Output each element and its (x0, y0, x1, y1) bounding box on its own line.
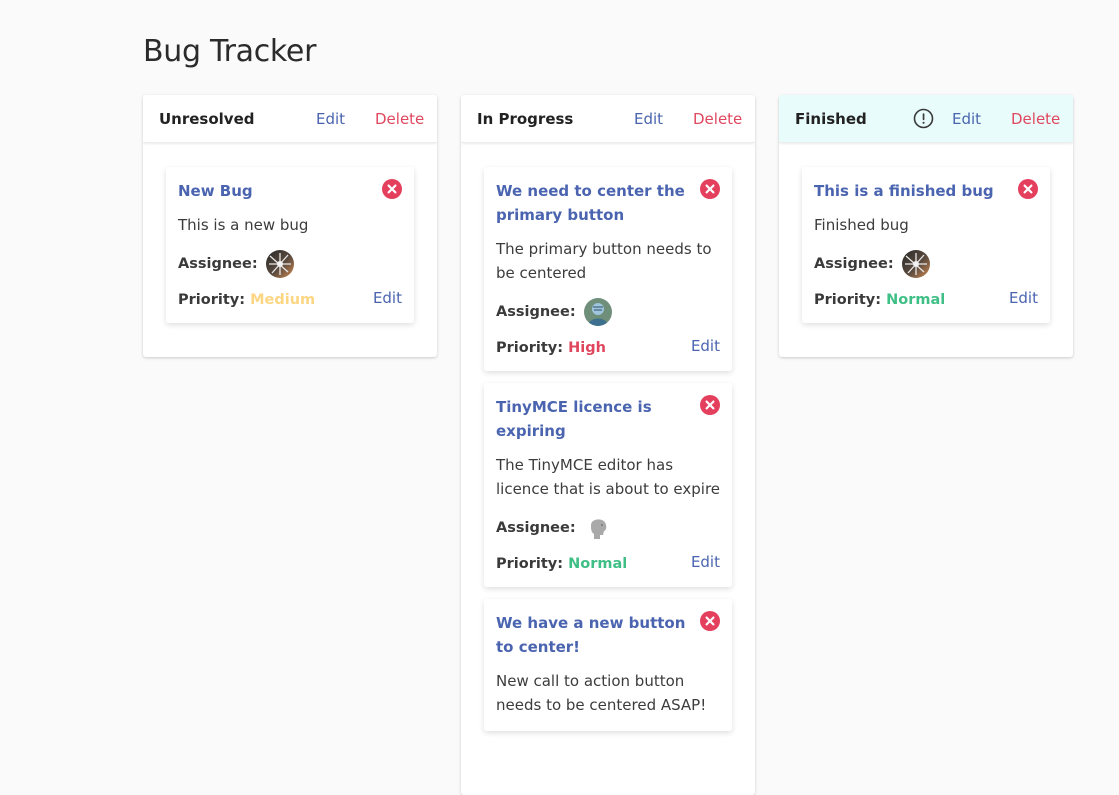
priority-value: Normal (568, 555, 628, 572)
assignee-label: Assignee: (496, 520, 576, 536)
bug-title-link[interactable]: We need to center the primary button (496, 179, 720, 227)
bug-card: TinyMCE licence is expiring The TinyMCE … (484, 383, 732, 587)
priority-label: Priority: (178, 291, 246, 308)
priority-row: Priority: Normal Edit (496, 551, 720, 573)
column-delete-button[interactable]: Delete (1011, 110, 1060, 128)
assignee-label: Assignee: (814, 256, 894, 272)
avatar (584, 514, 612, 542)
close-icon[interactable] (700, 395, 720, 415)
assignee-label: Assignee: (178, 256, 258, 272)
bug-title-link[interactable]: TinyMCE licence is expiring (496, 395, 720, 443)
bug-description: Finished bug (814, 216, 909, 234)
assignee-row: Assignee: (496, 513, 720, 543)
column-finished: Finished Edit Delete This is a finished … (779, 95, 1073, 357)
close-icon[interactable] (700, 179, 720, 199)
assignee-row: Assignee: (496, 297, 720, 327)
bug-card: We need to center the primary button The… (484, 167, 732, 371)
priority-label: Priority: (814, 291, 882, 308)
bug-description: New call to action button needs to be ce… (496, 672, 707, 714)
close-icon[interactable] (1018, 179, 1038, 199)
bug-description: This is a new bug (178, 216, 309, 234)
column-in-progress: In Progress Edit Delete We need to cente… (461, 95, 755, 795)
alert-circle-icon[interactable] (913, 108, 934, 129)
card-edit-button[interactable]: Edit (691, 553, 720, 571)
column-title: Unresolved (159, 110, 255, 128)
avatar (584, 298, 612, 326)
bug-card: We have a new button to center! New call… (484, 599, 732, 731)
column-title: In Progress (477, 110, 574, 128)
column-body: We need to center the primary button The… (461, 143, 755, 765)
column-body: New Bug This is a new bug Assignee: Prio… (143, 143, 437, 357)
card-edit-button[interactable]: Edit (691, 337, 720, 355)
avatar (902, 250, 930, 278)
column-delete-button[interactable]: Delete (693, 110, 742, 128)
column-header: In Progress Edit Delete (461, 95, 755, 143)
bug-description: The TinyMCE editor has licence that is a… (496, 456, 721, 498)
bug-title-link[interactable]: We have a new button to center! (496, 611, 720, 659)
column-title: Finished (795, 110, 867, 128)
close-icon[interactable] (700, 611, 720, 631)
bug-title-link[interactable]: This is a finished bug (814, 179, 1038, 203)
bug-title-link[interactable]: New Bug (178, 179, 402, 203)
priority-row: Priority: Normal Edit (814, 287, 1038, 309)
priority-value: Medium (250, 291, 316, 308)
priority-row: Priority: Medium Edit (178, 287, 402, 309)
column-edit-button[interactable]: Edit (634, 110, 663, 128)
column-delete-button[interactable]: Delete (375, 110, 424, 128)
priority-label: Priority: (496, 555, 564, 572)
assignee-row: Assignee: (814, 249, 1038, 279)
priority-row: Priority: High Edit (496, 335, 720, 357)
close-icon[interactable] (382, 179, 402, 199)
page-title: Bug Tracker (143, 34, 317, 69)
priority-value: Normal (886, 291, 946, 308)
assignee-label: Assignee: (496, 304, 576, 320)
column-unresolved: Unresolved Edit Delete New Bug This is a… (143, 95, 437, 357)
bug-card: This is a finished bug Finished bug Assi… (802, 167, 1050, 323)
bug-card: New Bug This is a new bug Assignee: Prio… (166, 167, 414, 323)
column-header: Unresolved Edit Delete (143, 95, 437, 143)
priority-value: High (568, 339, 606, 356)
card-edit-button[interactable]: Edit (1009, 289, 1038, 307)
assignee-row: Assignee: (178, 249, 402, 279)
bug-description: The primary button needs to be centered (496, 240, 712, 282)
priority-label: Priority: (496, 339, 564, 356)
column-edit-button[interactable]: Edit (316, 110, 345, 128)
column-body: This is a finished bug Finished bug Assi… (779, 143, 1073, 357)
column-header: Finished Edit Delete (779, 95, 1073, 143)
card-edit-button[interactable]: Edit (373, 289, 402, 307)
column-edit-button[interactable]: Edit (952, 110, 981, 128)
avatar (266, 250, 294, 278)
